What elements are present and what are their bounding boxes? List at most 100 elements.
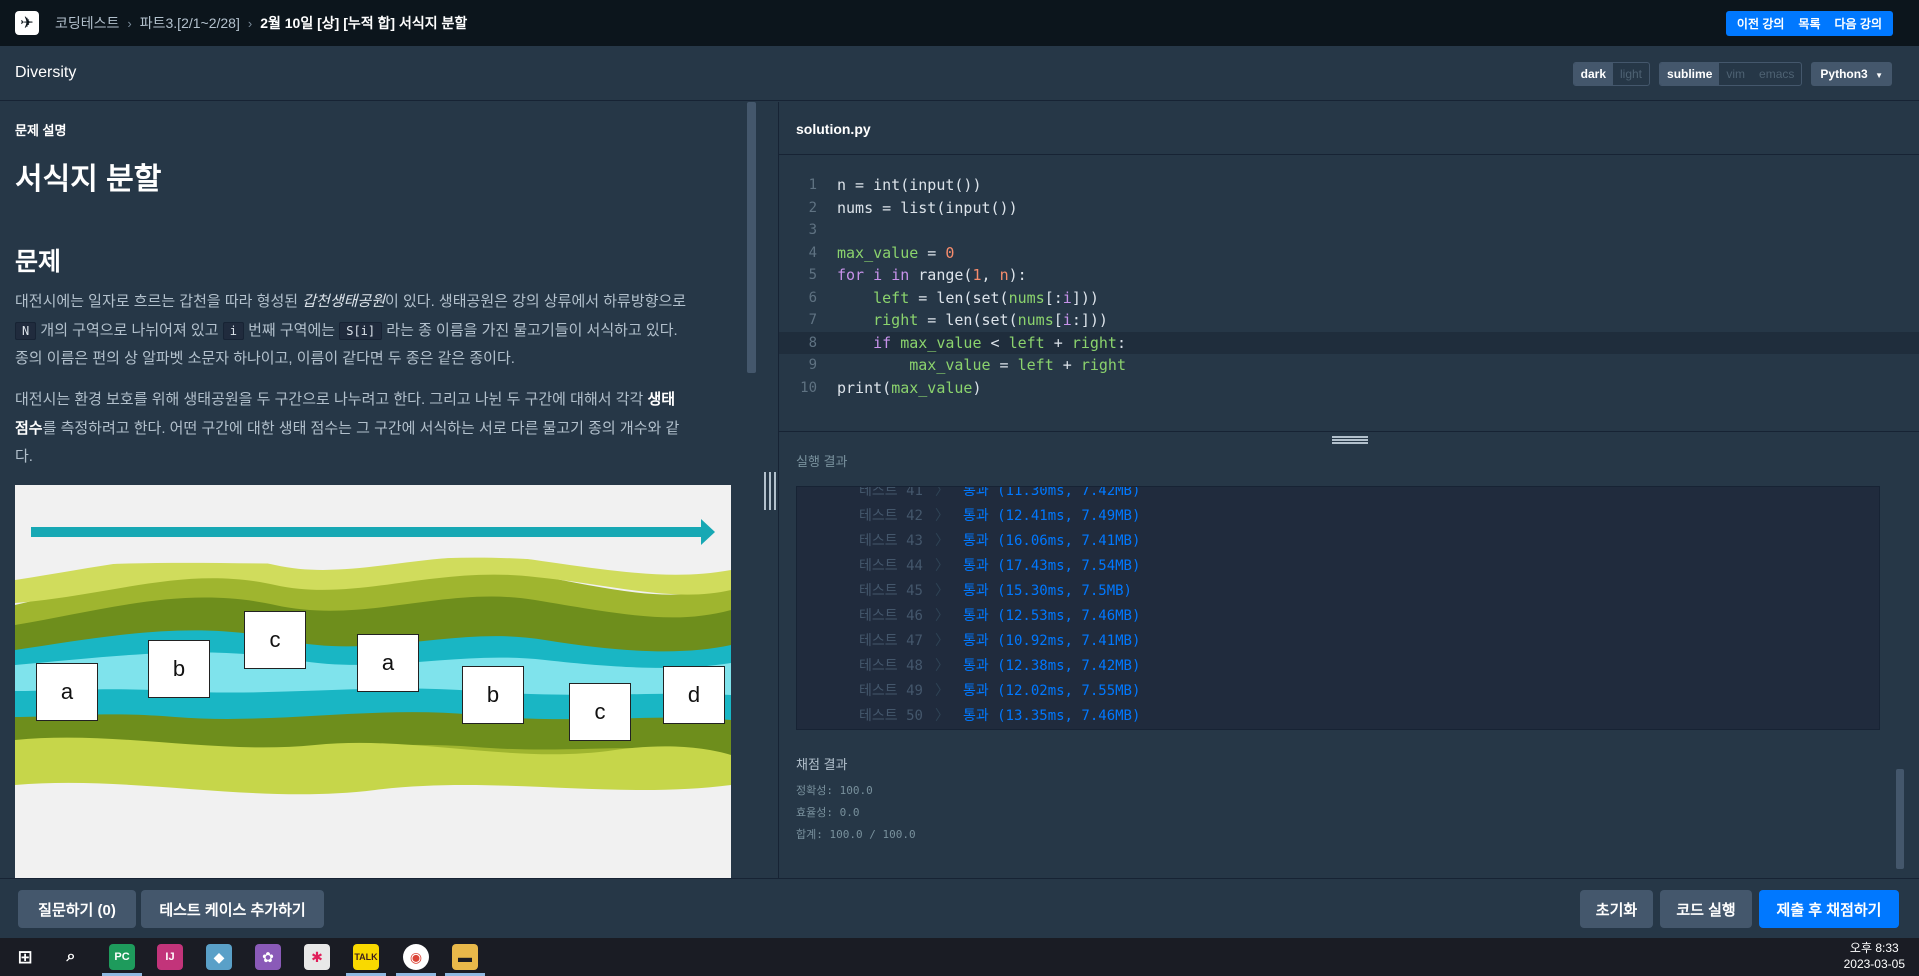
lecture-nav-buttons: 이전 강의 목록 다음 강의: [1725, 11, 1893, 36]
test-result: 통과 (13.35ms, 7.46MB): [962, 708, 1141, 724]
text: 번째 구역에는: [243, 321, 340, 339]
file-tab: solution.py: [779, 102, 1919, 155]
problem-title: 서식지 분할: [15, 163, 162, 196]
language-select[interactable]: Python3 ▼: [1811, 62, 1892, 86]
submit-button[interactable]: 제출 후 채점하기: [1759, 890, 1899, 928]
workspace-header: Diversity dark light sublime vim emacs P…: [0, 46, 1919, 101]
test-result-row: 테스트 50 〉 통과 (13.35ms, 7.46MB): [859, 704, 1140, 729]
paint-app-icon[interactable]: ✿: [255, 944, 281, 970]
panel-resize-handle[interactable]: [764, 472, 776, 510]
code-line: 5 for i in range(1, n):: [779, 264, 1919, 287]
accuracy-score: 정확성: 100.0: [796, 784, 873, 797]
test-name: 테스트 48: [859, 658, 923, 674]
inline-code: S[i]: [339, 321, 383, 340]
habitat-label: c: [244, 611, 306, 669]
chevron-right-icon: 〉: [934, 658, 949, 674]
line-number: 10: [800, 379, 817, 396]
chevron-right-icon: 〉: [934, 508, 949, 524]
bold-text: 생태: [647, 391, 676, 408]
habitat-illustration: a b c a b c d: [15, 485, 731, 878]
add-testcase-button[interactable]: 테스트 케이스 추가하기: [141, 890, 324, 928]
problem-scrollbar[interactable]: [747, 102, 756, 373]
section-label: 문제 설명: [15, 123, 67, 138]
inline-code: N: [15, 321, 37, 340]
keymap-toggle: sublime vim emacs: [1659, 62, 1803, 86]
code-line: 4 max_value = 0: [779, 242, 1919, 265]
line-number: 3: [808, 222, 817, 238]
logo-icon[interactable]: ✈: [15, 11, 39, 35]
reset-button[interactable]: 초기화: [1580, 890, 1653, 928]
top-nav: ✈ 코딩테스트 › 파트3.[2/1~2/28] › 2월 10일 [상] [누…: [0, 0, 1919, 46]
intellij-icon[interactable]: IJ: [157, 944, 183, 970]
theme-toggle: dark light: [1572, 62, 1651, 86]
breadcrumb-item[interactable]: 코딩테스트: [55, 13, 119, 33]
test-result: 통과 (17.43ms, 7.54MB): [962, 558, 1141, 574]
prev-lecture-button[interactable]: 이전 강의: [1730, 11, 1792, 36]
text: 개의 구역으로 나뉘어져 있고: [36, 321, 223, 339]
chevron-right-icon: 〉: [934, 683, 949, 699]
breadcrumb: 코딩테스트 › 파트3.[2/1~2/28] › 2월 10일 [상] [누적 …: [55, 13, 467, 33]
code-line: 7 right = len(set(nums[i:])): [779, 309, 1919, 332]
habitat-label: b: [462, 666, 524, 724]
slack-icon[interactable]: ✱: [304, 944, 330, 970]
next-lecture-button[interactable]: 다음 강의: [1828, 11, 1890, 36]
keymap-vim-option[interactable]: vim: [1719, 63, 1752, 85]
chevron-right-icon: 〉: [934, 633, 949, 649]
code-line: 2 nums = list(input()): [779, 197, 1919, 220]
code-line: 6 left = len(set(nums[:i])): [779, 287, 1919, 310]
problem-paragraph-1: 대전시에는 일자로 흐르는 갑천을 따라 형성된 갑천생태공원이 있다. 생태공…: [15, 288, 733, 374]
pycharm-icon[interactable]: PC: [109, 944, 135, 970]
result-scrollbar[interactable]: [1896, 769, 1904, 869]
windows-taskbar: ⊞ ⌕ PC IJ ◆ ✿ ✱ TALK ◉ ▬ 오후 8:33 2023-03…: [0, 938, 1919, 976]
list-button[interactable]: 목록: [1791, 11, 1827, 36]
editor-panel: solution.py 1n = int(input()) 2 nums = li…: [778, 102, 1919, 878]
chevron-right-icon: 〉: [934, 486, 949, 499]
search-icon[interactable]: ⌕: [58, 944, 84, 970]
habitat-label: d: [663, 666, 725, 724]
test-name: 테스트 46: [859, 608, 923, 624]
line-number: 2: [808, 199, 817, 216]
text: 이 있다. 생태공원은 강의 상류에서 하류방향으로: [385, 293, 687, 310]
editor-resize-handle[interactable]: [1332, 436, 1368, 444]
kakaotalk-icon[interactable]: TALK: [353, 944, 379, 970]
system-clock[interactable]: 오후 8:33 2023-03-05: [1844, 940, 1905, 972]
line-number: 9: [808, 357, 817, 373]
habitat-label: b: [148, 640, 210, 698]
breadcrumb-item[interactable]: 파트3.[2/1~2/28]: [140, 13, 240, 33]
habitat-label: a: [357, 634, 419, 692]
test-result-row: 테스트 47 〉 통과 (10.92ms, 7.41MB): [859, 629, 1140, 654]
total-score: 합계: 100.0 / 100.0: [796, 828, 916, 841]
text: 라는 종 이름을 가진 물고기들이 서식하고 있다.: [382, 321, 678, 339]
test-results-list[interactable]: 테스트 41 〉 통과 (11.30ms, 7.42MB) 테스트 42 〉 통과 (1…: [796, 486, 1880, 730]
test-result: 통과 (12.41ms, 7.49MB): [962, 508, 1141, 524]
code-line: 1n = int(input()): [779, 174, 1919, 197]
action-bar: 질문하기 (0) 테스트 케이스 추가하기 초기화 코드 실행 제출 후 채점하…: [0, 878, 1919, 938]
clock-date: 2023-03-05: [1843, 957, 1905, 971]
language-value: Python3: [1820, 67, 1868, 81]
code-editor[interactable]: 1n = int(input()) 2 nums = list(input()) …: [779, 156, 1919, 432]
emphasis-text: 갑천생태공원: [302, 293, 386, 310]
theme-light-option[interactable]: light: [1613, 63, 1649, 85]
notes-app-icon[interactable]: ◆: [206, 944, 232, 970]
test-name: 테스트 49: [859, 683, 923, 699]
test-result-row: 테스트 49 〉 통과 (12.02ms, 7.55MB): [859, 679, 1140, 704]
run-code-button[interactable]: 코드 실행: [1660, 890, 1752, 928]
file-explorer-icon[interactable]: ▬: [452, 944, 478, 970]
theme-dark-option[interactable]: dark: [1573, 63, 1613, 85]
run-result-heading: 실행 결과: [796, 454, 848, 469]
ask-question-button[interactable]: 질문하기 (0): [18, 890, 136, 928]
test-name: 테스트 50: [859, 708, 923, 724]
keymap-sublime-option[interactable]: sublime: [1660, 63, 1720, 85]
file-name: solution.py: [796, 121, 871, 137]
test-result: 통과 (11.30ms, 7.42MB): [962, 486, 1141, 499]
keymap-emacs-option[interactable]: emacs: [1752, 63, 1801, 85]
problem-panel: 문제 설명 서식지 분할 문제 대전시에는 일자로 흐르는 갑천을 따라 형성된…: [0, 102, 763, 878]
chevron-right-icon: ›: [127, 15, 132, 31]
editor-settings: dark light sublime vim emacs Python3 ▼: [1572, 62, 1892, 86]
windows-start-icon[interactable]: ⊞: [12, 944, 38, 970]
test-result: 통과 (15.30ms, 7.5MB): [962, 583, 1132, 599]
chrome-icon[interactable]: ◉: [403, 944, 429, 970]
text: 종의 이름은 편의 상 알파벳 소문자 하나이고, 이름이 같다면 두 종은 같…: [15, 350, 515, 367]
problem-heading: 문제: [15, 248, 62, 276]
test-result-row: 테스트 44 〉 통과 (17.43ms, 7.54MB): [859, 554, 1140, 579]
